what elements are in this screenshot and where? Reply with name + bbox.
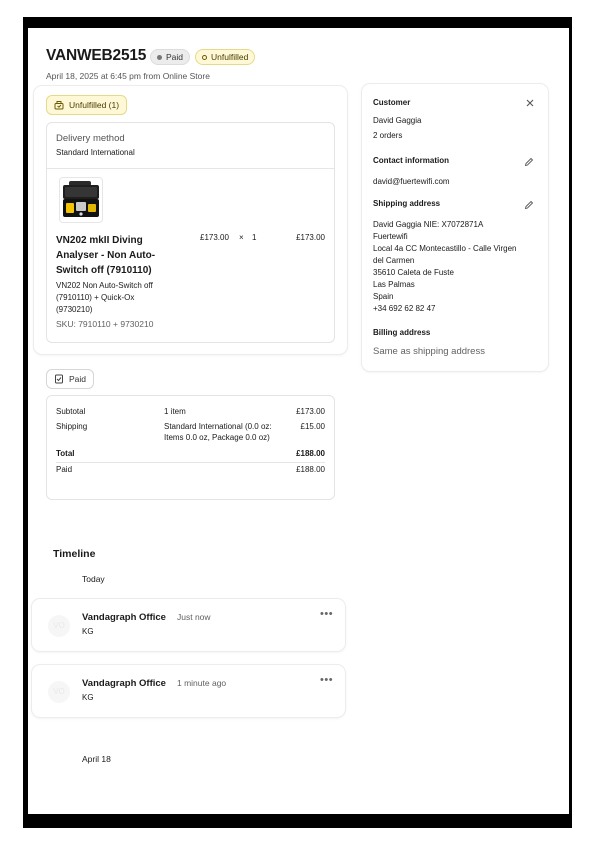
timeline-event: VO Vandagraph Office 1 minute ago KG ••• [32,665,345,717]
paid-label: Paid [56,465,73,474]
shipping-desc-line-1: Standard International (0.0 oz: [164,422,272,431]
fulfillment-inner-box: Delivery method Standard International V… [46,122,335,343]
author-avatar: VO [48,681,70,703]
edit-pencil-icon[interactable] [524,157,534,167]
unfulfilled-status-pill: Unfulfilled (1) [46,95,128,115]
customer-orders-count[interactable]: 2 orders [373,131,402,140]
more-options-icon[interactable]: ••• [320,608,333,620]
package-icon [54,101,64,110]
payment-status-label: Paid [166,52,184,62]
shipping-amount: £15.00 [300,422,325,431]
times-sign: × [239,233,244,242]
shipping-address-line: Fuertewifi [373,232,408,241]
event-author: Vandagraph Office [82,612,166,623]
customer-name[interactable]: David Gaggia [373,116,421,125]
event-body: KG [82,693,94,702]
customer-email[interactable]: david@fuertewifi.com [373,177,450,186]
shipping-label: Shipping [56,422,88,431]
variant-line-1: VN202 Non Auto-Switch off [56,281,153,290]
variant-line-2: (7910110) + Quick-Ox [56,293,135,302]
product-case-image [63,181,99,217]
billing-address-value: Same as shipping address [373,346,485,357]
shipping-address-line: Local 4a CC Montecastillo - Calle Virgen [373,244,517,253]
product-title-line-2[interactable]: Analyser - Non Auto- [56,248,155,263]
author-avatar: VO [48,615,70,637]
shipping-address-line: +34 692 62 82 47 [373,304,436,313]
shipping-address-line: 35610 Caleta de Fuste [373,268,454,277]
divider [47,168,334,169]
shipping-desc-line-2: Items 0.0 oz, Package 0.0 oz) [164,433,270,442]
fulfillment-card: Unfulfilled (1) Delivery method Standard… [34,86,347,354]
payment-status-badge: Paid [150,49,191,65]
total-amount: £188.00 [296,449,325,458]
contact-info-heading: Contact information [373,156,449,165]
payment-summary-box: Subtotal 1 item £173.00 Shipping Standar… [46,395,335,500]
more-options-icon[interactable]: ••• [320,674,333,686]
paid-status-pill: Paid [46,369,95,389]
order-page: VANWEB2515 Paid Unfulfilled April 18, 20… [28,28,569,814]
event-body: KG [82,627,94,636]
customer-heading: Customer [373,98,411,107]
timeline-heading: Timeline [53,548,96,560]
timeline-group-today: Today [82,574,105,584]
timeline-event: VO Vandagraph Office Just now KG ••• [32,599,345,651]
status-ring-icon [202,54,207,60]
customer-card: Customer David Gaggia 2 orders Contact i… [362,84,548,371]
event-time: 1 minute ago [177,678,227,688]
timeline-group-april: April 18 [82,754,111,764]
delivery-method-heading: Delivery method [56,133,125,144]
event-time: Just now [177,612,211,622]
product-sku: SKU: 7910110 + 9730210 [56,319,154,329]
edit-pencil-icon[interactable] [524,200,534,210]
fulfillment-status-badge: Unfulfilled [195,49,256,65]
order-number: VANWEB2515 [46,47,147,64]
product-unit-price: £173.00 [200,233,229,242]
unfulfilled-pill-label: Unfulfilled (1) [69,100,120,110]
subtotal-label: Subtotal [56,407,86,416]
shipping-address-line: Spain [373,292,394,301]
total-label: Total [56,449,75,458]
shipping-address-line: del Carmen [373,256,415,265]
event-author: Vandagraph Office [82,678,166,689]
paid-amount: £188.00 [296,465,325,474]
product-quantity: 1 [252,233,257,242]
product-title-line-3[interactable]: Switch off (7910110) [56,263,152,278]
product-thumbnail[interactable] [59,177,103,223]
shipping-address-line: David Gaggia NIE: X7072871A [373,220,484,229]
subtotal-desc: 1 item [164,407,186,416]
divider [56,462,325,463]
paid-pill-label: Paid [69,374,87,384]
product-title-line-1[interactable]: VN202 mkII Diving [56,233,143,248]
subtotal-amount: £173.00 [296,407,325,416]
shipping-address-line: Las Palmas [373,280,415,289]
shipping-address-heading: Shipping address [373,199,441,208]
status-dot-icon [157,54,162,60]
payment-card: Paid Subtotal 1 item £173.00 Shipping St… [34,368,347,502]
variant-line-3: (9730210) [56,305,93,314]
close-icon[interactable] [526,99,534,107]
product-line-total: £173.00 [296,233,325,242]
fulfillment-status-label: Unfulfilled [211,52,249,62]
order-subtitle: April 18, 2025 at 6:45 pm from Online St… [46,71,210,81]
receipt-check-icon [55,374,63,384]
billing-address-heading: Billing address [373,328,431,337]
delivery-method-value: Standard International [56,148,135,157]
